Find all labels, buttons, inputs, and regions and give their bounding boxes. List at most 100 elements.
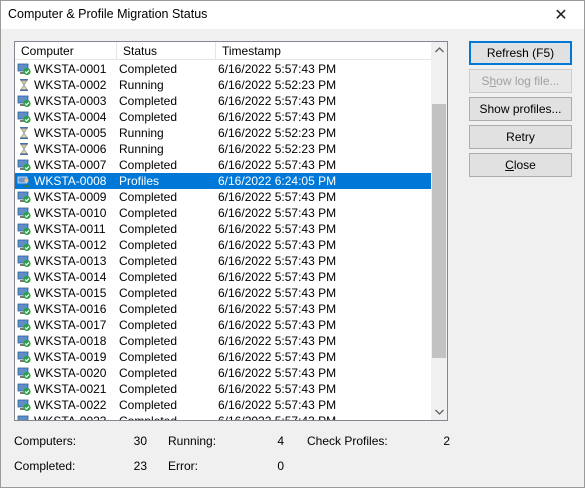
status-cell: Completed xyxy=(119,334,178,348)
timestamp-cell: 6/16/2022 5:57:43 PM xyxy=(218,62,337,76)
table-row[interactable]: WKSTA-0009 Completed 6/16/2022 5:57:43 PM xyxy=(15,189,433,205)
show-profiles-button[interactable]: Show profiles... xyxy=(469,97,572,121)
vertical-scrollbar[interactable] xyxy=(431,42,447,420)
title-bar: Computer & Profile Migration Status ✕ xyxy=(1,1,584,29)
computer-cell: WKSTA-0002 xyxy=(34,78,107,92)
computer-cell: WKSTA-0011 xyxy=(34,222,106,236)
list-rows: WKSTA-0001 Completed 6/16/2022 5:57:43 PM W… xyxy=(15,61,433,420)
timestamp-cell: 6/16/2022 5:57:43 PM xyxy=(218,110,337,124)
profiles-icon xyxy=(17,174,31,188)
computer-cell: WKSTA-0018 xyxy=(34,334,107,348)
timestamp-cell: 6/16/2022 5:57:43 PM xyxy=(218,94,337,108)
computer-cell: WKSTA-0007 xyxy=(34,158,107,172)
check-shield-icon xyxy=(17,190,31,204)
close-button[interactable]: Close xyxy=(469,153,572,177)
table-row[interactable]: WKSTA-0008 Profiles 6/16/2022 6:24:05 PM xyxy=(15,173,433,189)
table-row[interactable]: WKSTA-0001 Completed 6/16/2022 5:57:43 PM xyxy=(15,61,433,77)
check-shield-icon xyxy=(17,206,31,220)
table-row[interactable]: WKSTA-0010 Completed 6/16/2022 5:57:43 PM xyxy=(15,205,433,221)
computer-cell: WKSTA-0004 xyxy=(34,110,107,124)
timestamp-cell: 6/16/2022 5:57:43 PM xyxy=(218,286,337,300)
table-row[interactable]: WKSTA-0020 Completed 6/16/2022 5:57:43 PM xyxy=(15,365,433,381)
computer-status-list[interactable]: Computer Status Timestamp WKSTA-0001 Comp… xyxy=(14,41,448,421)
check-shield-icon xyxy=(17,62,31,76)
refresh-button[interactable]: Refresh (F5) xyxy=(469,41,572,65)
table-row[interactable]: WKSTA-0018 Completed 6/16/2022 5:57:43 PM xyxy=(15,333,433,349)
table-row[interactable]: WKSTA-0014 Completed 6/16/2022 5:57:43 PM xyxy=(15,269,433,285)
table-row[interactable]: WKSTA-0019 Completed 6/16/2022 5:57:43 PM xyxy=(15,349,433,365)
check-shield-icon xyxy=(17,366,31,380)
table-row[interactable]: WKSTA-0004 Completed 6/16/2022 5:57:43 PM xyxy=(15,109,433,125)
table-row[interactable]: WKSTA-0011 Completed 6/16/2022 5:57:43 PM xyxy=(15,221,433,237)
table-row[interactable]: WKSTA-0012 Completed 6/16/2022 5:57:43 PM xyxy=(15,237,433,253)
list-header: Computer Status Timestamp xyxy=(15,42,433,60)
status-cell: Completed xyxy=(119,318,178,332)
close-label-end: lose xyxy=(513,158,536,172)
timestamp-cell: 6/16/2022 5:57:43 PM xyxy=(218,334,337,348)
status-cell: Completed xyxy=(119,190,178,204)
column-header-status[interactable]: Status xyxy=(117,42,216,60)
timestamp-cell: 6/16/2022 5:57:43 PM xyxy=(218,222,337,236)
computers-label: Computers: xyxy=(14,434,77,448)
scroll-up-arrow[interactable] xyxy=(431,42,447,58)
timestamp-cell: 6/16/2022 5:57:43 PM xyxy=(218,238,337,252)
timestamp-cell: 6/16/2022 5:57:43 PM xyxy=(218,382,337,396)
check-profiles-value: 2 xyxy=(443,434,450,448)
table-row[interactable]: WKSTA-0002 Running 6/16/2022 5:52:23 PM xyxy=(15,77,433,93)
retry-button[interactable]: Retry xyxy=(469,125,572,149)
scroll-down-arrow[interactable] xyxy=(431,404,447,420)
computer-cell: WKSTA-0005 xyxy=(34,126,107,140)
table-row[interactable]: WKSTA-0021 Completed 6/16/2022 5:57:43 PM xyxy=(15,381,433,397)
timestamp-cell: 6/16/2022 5:57:43 PM xyxy=(218,318,337,332)
timestamp-cell: 6/16/2022 5:57:43 PM xyxy=(218,190,337,204)
column-header-timestamp[interactable]: Timestamp xyxy=(216,42,433,60)
running-value: 4 xyxy=(277,434,284,448)
check-shield-icon xyxy=(17,318,31,332)
check-shield-icon xyxy=(17,286,31,300)
scroll-thumb[interactable] xyxy=(432,104,446,358)
column-header-computer[interactable]: Computer xyxy=(15,42,117,60)
computer-cell: WKSTA-0014 xyxy=(34,270,107,284)
table-row[interactable]: WKSTA-0006 Running 6/16/2022 5:52:23 PM xyxy=(15,141,433,157)
check-profiles-label: Check Profiles: xyxy=(307,434,388,448)
timestamp-cell: 6/16/2022 5:57:43 PM xyxy=(218,254,337,268)
computer-cell: WKSTA-0006 xyxy=(34,142,107,156)
chevron-up-icon xyxy=(434,47,444,53)
computer-cell: WKSTA-0012 xyxy=(34,238,107,252)
table-row[interactable]: WKSTA-0022 Completed 6/16/2022 5:57:43 PM xyxy=(15,397,433,413)
check-shield-icon xyxy=(17,350,31,364)
computer-cell: WKSTA-0017 xyxy=(34,318,107,332)
table-row[interactable]: WKSTA-0005 Running 6/16/2022 5:52:23 PM xyxy=(15,125,433,141)
table-row[interactable]: WKSTA-0015 Completed 6/16/2022 5:57:43 PM xyxy=(15,285,433,301)
check-shield-icon xyxy=(17,94,31,108)
check-shield-icon xyxy=(17,158,31,172)
status-cell: Completed xyxy=(119,270,178,284)
close-label-accel: C xyxy=(505,158,514,172)
timestamp-cell: 6/16/2022 5:52:23 PM xyxy=(218,126,337,140)
check-shield-icon xyxy=(17,398,31,412)
table-row[interactable]: WKSTA-0023 Completed 6/16/2022 5:57:43 PM xyxy=(15,413,433,420)
table-row[interactable]: WKSTA-0003 Completed 6/16/2022 5:57:43 PM xyxy=(15,93,433,109)
check-shield-icon xyxy=(17,414,31,420)
status-cell: Completed xyxy=(119,94,178,108)
table-row[interactable]: WKSTA-0007 Completed 6/16/2022 5:57:43 PM xyxy=(15,157,433,173)
chevron-down-icon xyxy=(434,409,444,415)
table-row[interactable]: WKSTA-0013 Completed 6/16/2022 5:57:43 PM xyxy=(15,253,433,269)
check-shield-icon xyxy=(17,334,31,348)
check-shield-icon xyxy=(17,254,31,268)
close-window-button[interactable]: ✕ xyxy=(538,1,584,29)
timestamp-cell: 6/16/2022 5:57:43 PM xyxy=(218,158,337,172)
status-cell: Running xyxy=(119,126,164,140)
check-shield-icon xyxy=(17,110,31,124)
check-shield-icon xyxy=(17,382,31,396)
status-cell: Completed xyxy=(119,286,178,300)
table-row[interactable]: WKSTA-0016 Completed 6/16/2022 5:57:43 PM xyxy=(15,301,433,317)
show-log-file-button[interactable]: Show log file... xyxy=(469,69,572,93)
show-log-label-end: ow log file... xyxy=(496,74,560,88)
status-cell: Completed xyxy=(119,254,178,268)
error-value: 0 xyxy=(277,459,284,473)
check-shield-icon xyxy=(17,270,31,284)
running-label: Running: xyxy=(168,434,217,448)
table-row[interactable]: WKSTA-0017 Completed 6/16/2022 5:57:43 PM xyxy=(15,317,433,333)
completed-value: 23 xyxy=(133,459,147,473)
